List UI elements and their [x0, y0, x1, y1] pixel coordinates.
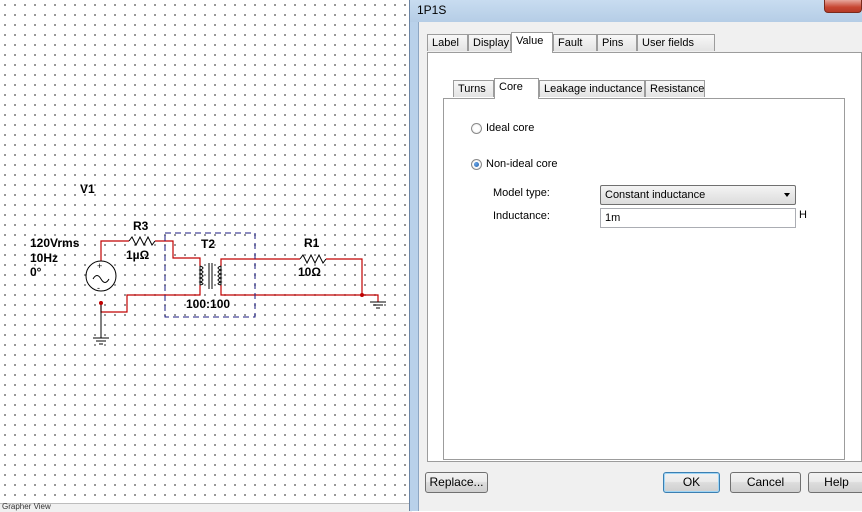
inductance-label: Inductance: [493, 210, 550, 222]
r1-label: R1 [304, 236, 320, 250]
tab-fault[interactable]: Fault [553, 34, 597, 51]
dialog-titlebar[interactable]: 1P1S [410, 0, 862, 22]
circuit-drawing: V1 120Vrms 10Hz 0° R3 1µΩ T2 100:100 R1 … [30, 182, 386, 345]
ok-button[interactable]: OK [663, 472, 720, 493]
chevron-down-icon[interactable] [784, 193, 790, 197]
help-button[interactable]: Help [808, 472, 862, 493]
replace-button[interactable]: Replace... [425, 472, 488, 493]
transformer-icon[interactable] [198, 263, 223, 289]
component-properties-dialog: 1P1S Label Display Value Fault Pins User… [409, 0, 862, 511]
v1-frequency-label: 10Hz [30, 251, 58, 265]
value-subtabs: Turns Core Leakage inductance Resistance [443, 78, 845, 99]
dialog-client: Label Display Value Fault Pins User fiel… [418, 22, 862, 511]
ac-source-icon[interactable]: + - [85, 260, 117, 293]
radio-checked-icon[interactable] [471, 158, 482, 170]
close-button[interactable] [824, 0, 862, 13]
r1-resistor-icon[interactable] [299, 253, 327, 265]
ground-icon[interactable] [93, 337, 109, 345]
model-type-value: Constant inductance [605, 189, 706, 201]
nonideal-core-radio[interactable]: Non-ideal core [471, 158, 558, 170]
ideal-core-label: Ideal core [486, 122, 535, 134]
svg-text:-: - [97, 283, 100, 293]
core-subtab-panel [443, 98, 845, 460]
status-text: Grapher View [2, 502, 51, 511]
subtab-resistance[interactable]: Resistance [645, 80, 705, 97]
t2-ratio-label: 100:100 [186, 297, 230, 311]
subtab-core[interactable]: Core [494, 78, 539, 99]
r1-value-label: 10Ω [298, 265, 321, 279]
schematic-canvas[interactable]: V1 120Vrms 10Hz 0° R3 1µΩ T2 100:100 R1 … [0, 0, 412, 512]
tab-user-fields[interactable]: User fields [637, 34, 715, 51]
cancel-button[interactable]: Cancel [730, 472, 801, 493]
r3-resistor-icon[interactable] [128, 235, 156, 247]
tab-display[interactable]: Display [468, 34, 511, 51]
svg-text:+: + [97, 261, 102, 271]
main-tabs: Label Display Value Fault Pins User fiel… [427, 32, 862, 53]
model-type-label: Model type: [493, 187, 550, 199]
tab-label[interactable]: Label [427, 34, 468, 51]
model-type-select[interactable]: Constant inductance [600, 185, 796, 205]
inductance-unit-label: H [799, 209, 807, 221]
radio-unchecked-icon[interactable] [471, 122, 482, 134]
nonideal-core-label: Non-ideal core [486, 158, 558, 170]
r3-label: R3 [133, 219, 149, 233]
tab-value[interactable]: Value [511, 32, 553, 53]
dialog-title: 1P1S [417, 3, 447, 17]
v1-phase-label: 0° [30, 265, 42, 279]
ideal-core-radio[interactable]: Ideal core [471, 122, 534, 134]
inductance-input[interactable]: 1m [600, 208, 796, 228]
r3-value-label: 1µΩ [126, 248, 150, 262]
v1-voltage-label: 120Vrms [30, 236, 80, 250]
tab-pins[interactable]: Pins [597, 34, 637, 51]
ground-icon[interactable] [370, 301, 386, 309]
subtab-leakage-inductance[interactable]: Leakage inductance [539, 80, 645, 97]
t2-label: T2 [201, 237, 215, 251]
v1-label: V1 [80, 182, 95, 196]
subtab-turns[interactable]: Turns [453, 80, 494, 97]
